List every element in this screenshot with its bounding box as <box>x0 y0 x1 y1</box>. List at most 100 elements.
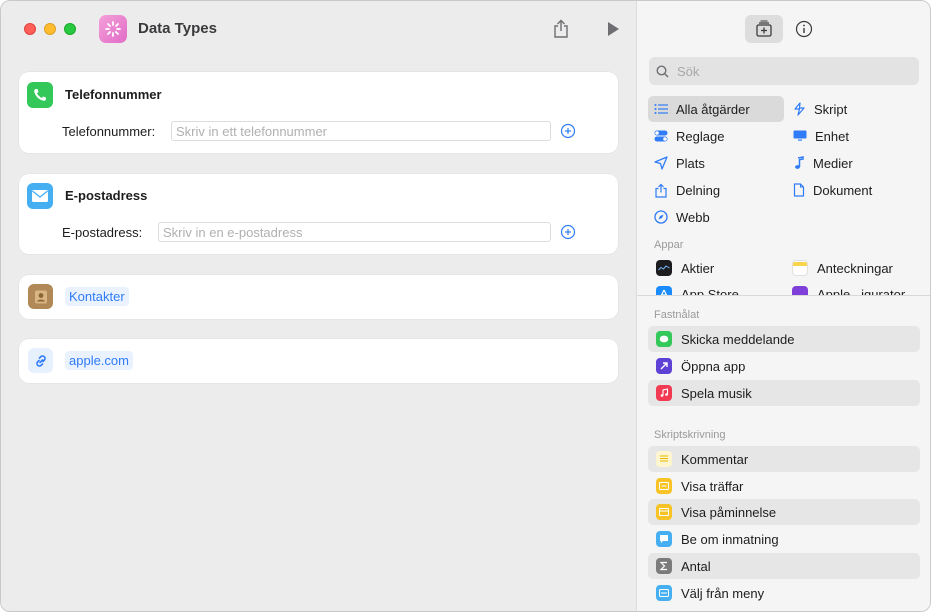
action-label: Antal <box>681 558 711 574</box>
input-bubble-icon <box>656 531 672 547</box>
category-documents[interactable]: Dokument <box>787 177 923 203</box>
envelope-icon <box>27 183 53 209</box>
category-media[interactable]: Medier <box>787 150 923 176</box>
play-icon <box>608 22 619 36</box>
apps-section-label: Appar <box>654 239 684 251</box>
category-device[interactable]: Enhet <box>787 123 923 149</box>
action-library-sidebar: Alla åtgärder Skript Reglage Enhet Plats… <box>636 1 930 611</box>
library-add-icon <box>756 20 772 37</box>
notes-icon <box>792 260 808 276</box>
shortcuts-window: Data Types Telefonnummer Telefonnummer: <box>0 0 931 612</box>
action-choose-from-menu[interactable]: Välj från meny <box>648 580 920 606</box>
category-scripting[interactable]: Skript <box>787 96 923 122</box>
contacts-token[interactable]: Kontakter <box>65 287 129 306</box>
run-button[interactable] <box>601 17 625 41</box>
category-label: Plats <box>676 155 705 171</box>
action-count[interactable]: Antal <box>648 553 920 579</box>
app-label: App Store <box>681 286 739 296</box>
action-send-message[interactable]: Skicka meddelande <box>648 326 920 352</box>
app-stocks[interactable]: Aktier <box>656 255 714 281</box>
music-icon <box>656 385 672 401</box>
category-label: Skript <box>814 101 848 117</box>
document-icon <box>793 183 805 197</box>
category-web[interactable]: Webb <box>648 204 784 230</box>
stocks-icon <box>656 260 672 276</box>
category-label: Enhet <box>815 128 849 144</box>
category-label: Delning <box>676 182 721 198</box>
action-play-music[interactable]: Spela musik <box>648 380 920 406</box>
phone-number-input[interactable] <box>171 121 551 141</box>
show-result-icon <box>656 478 672 494</box>
location-arrow-icon <box>654 156 668 170</box>
action-library-button[interactable] <box>745 15 783 43</box>
share-icon <box>554 19 568 38</box>
email-address-action[interactable]: E-postadress E-postadress: <box>19 174 618 254</box>
action-label: Skicka meddelande <box>681 331 795 347</box>
action-label: Visa träffar <box>681 478 744 494</box>
action-comment[interactable]: Kommentar <box>648 446 920 472</box>
zoom-window-button[interactable] <box>64 23 76 35</box>
category-label: Dokument <box>813 182 873 198</box>
action-open-app[interactable]: Öppna app <box>648 353 920 379</box>
message-bubble-icon <box>656 331 672 347</box>
shortcut-icon[interactable] <box>99 15 127 43</box>
app-store-icon <box>656 286 672 295</box>
category-sharing[interactable]: Delning <box>648 177 784 203</box>
url-token[interactable]: apple.com <box>65 351 133 370</box>
phone-icon <box>27 82 53 108</box>
category-label: Reglage <box>676 128 725 144</box>
phone-field-label: Telefonnummer: <box>62 124 156 139</box>
app-app-store[interactable]: App Store <box>656 281 739 295</box>
link-icon <box>28 348 53 373</box>
action-ask-for-input[interactable]: Be om inmatning <box>648 526 920 552</box>
action-label: Kommentar <box>681 451 749 467</box>
card-title: E-postadress <box>65 188 148 203</box>
action-show-result[interactable]: Visa träffar <box>648 473 920 499</box>
comment-lines-icon <box>656 451 672 467</box>
app-label: Anteckningar <box>817 260 893 276</box>
music-note-icon <box>795 156 804 169</box>
contacts-icon <box>28 284 53 309</box>
email-address-input[interactable] <box>158 222 551 242</box>
category-label: Webb <box>676 209 710 225</box>
alert-icon <box>656 504 672 520</box>
app-label: Aktier <box>681 260 715 276</box>
app-label: Apple...igurator <box>817 286 906 296</box>
add-parameter-icon[interactable] <box>560 123 576 139</box>
category-location[interactable]: Plats <box>648 150 784 176</box>
app-apple-configurator[interactable]: Apple...igurator <box>792 281 905 295</box>
toggle-icon <box>654 130 668 142</box>
menu-icon <box>656 585 672 601</box>
contacts-action[interactable]: Kontakter <box>19 275 618 319</box>
window-controls <box>24 23 76 35</box>
email-field-label: E-postadress: <box>62 225 143 240</box>
category-controls[interactable]: Reglage <box>648 123 784 149</box>
minimize-window-button[interactable] <box>44 23 56 35</box>
search-input[interactable] <box>677 63 897 79</box>
apps-list-clip: App Store Apple...igurator <box>637 281 930 295</box>
add-parameter-icon[interactable] <box>560 224 576 240</box>
close-window-button[interactable] <box>24 23 36 35</box>
category-all-actions[interactable]: Alla åtgärder <box>648 96 784 122</box>
sigma-icon <box>656 558 672 574</box>
window-title: Data Types <box>138 20 217 37</box>
category-label: Medier <box>813 155 853 171</box>
url-action[interactable]: apple.com <box>19 339 618 383</box>
compass-icon <box>654 210 668 224</box>
share-button[interactable] <box>549 17 573 41</box>
details-button[interactable] <box>785 15 823 43</box>
info-icon <box>795 20 813 38</box>
monitor-icon <box>793 130 807 141</box>
action-label: Välj från meny <box>681 585 765 601</box>
search-field[interactable] <box>649 57 919 85</box>
search-icon <box>656 64 669 78</box>
open-app-arrow-icon <box>656 358 672 374</box>
editor-pane: Data Types Telefonnummer Telefonnummer: <box>1 1 636 611</box>
action-show-alert[interactable]: Visa påminnelse <box>648 499 920 525</box>
phone-number-action[interactable]: Telefonnummer Telefonnummer: <box>19 72 618 153</box>
action-label: Spela musik <box>681 385 752 401</box>
pinned-section-label: Fastnålat <box>654 309 700 321</box>
section-divider <box>637 295 930 296</box>
app-notes[interactable]: Anteckningar <box>792 255 893 281</box>
configurator-icon <box>792 286 808 295</box>
